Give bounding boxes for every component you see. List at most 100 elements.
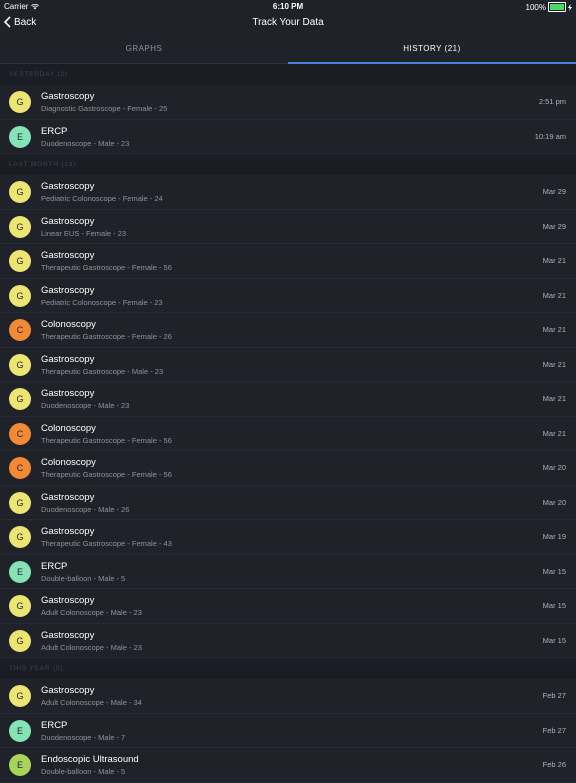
tab-graphs[interactable]: GRAPHS (0, 35, 288, 63)
procedure-title: Gastroscopy (41, 629, 95, 641)
procedure-details: Therapeutic Gastroscope - Female - 43 (41, 539, 172, 548)
procedure-date: Mar 21 (542, 359, 566, 369)
procedure-title: Gastroscopy (41, 491, 95, 503)
procedure-avatar: C (9, 319, 31, 341)
procedure-date: Mar 29 (542, 187, 566, 196)
procedure-avatar: G (9, 685, 31, 707)
procedure-details: Diagnostic Gastroscope - Female - 25 (41, 104, 168, 113)
procedure-avatar: G (9, 491, 31, 514)
procedure-avatar: G (9, 629, 31, 652)
procedure-details: Double-balloon - Male - 5 (41, 573, 126, 583)
procedure-title: Gastroscopy (41, 91, 95, 102)
status-bar: Carrier 6:10 PM 100% (0, 0, 576, 13)
procedure-title: Gastroscopy (41, 181, 95, 192)
procedure-date: 10:19 am (534, 131, 566, 141)
procedure-details: Duodenoscope - Male - 23 (41, 401, 130, 410)
procedure-avatar: G (9, 284, 31, 307)
procedure-details: Therapeutic Gastroscope - Female - 26 (41, 332, 172, 341)
procedure-title: ERCP (41, 125, 68, 137)
procedure-avatar: E (9, 560, 31, 583)
list-item[interactable]: G Gastroscopy Adult Colonoscope - Male - 3… (0, 679, 576, 714)
procedure-details: Adult Colonoscope - Male - 34 (41, 698, 142, 707)
procedure-details: Pediatric Colonoscope - Female - 24 (41, 194, 163, 203)
procedure-title: Colonoscopy (41, 319, 96, 330)
battery-percent: 100% (525, 2, 546, 12)
procedure-title: Colonoscopy (41, 457, 96, 468)
procedure-date: Mar 15 (542, 635, 566, 645)
procedure-date: Mar 29 (542, 221, 566, 231)
list-item[interactable]: E ERCP Duodenoscope - Male - 7 Feb 27 (0, 713, 576, 748)
list-item[interactable]: G Gastroscopy Therapeutic Gastroscope - Fe… (0, 520, 576, 555)
procedure-details: Adult Colonoscope - Male - 23 (41, 608, 142, 617)
procedure-date: Mar 21 (542, 256, 566, 265)
procedure-avatar: C (9, 457, 31, 479)
battery-icon (548, 2, 566, 12)
tab-bar: GRAPHS HISTORY (21) (0, 35, 576, 64)
procedure-avatar: E (9, 125, 31, 148)
procedure-details: Therapeutic Gastroscope - Male - 23 (41, 366, 164, 376)
list-item[interactable]: E ERCP Duodenoscope - Male - 23 10:19 am (0, 119, 576, 154)
procedure-date: Mar 15 (542, 601, 566, 610)
list-item[interactable]: C Colonoscopy Therapeutic Gastroscope - Fe… (0, 451, 576, 486)
procedure-title: Gastroscopy (41, 526, 95, 537)
procedure-details: Therapeutic Gastroscope - Female - 56 (41, 263, 172, 272)
procedure-date: Mar 19 (542, 532, 566, 541)
procedure-title: ERCP (41, 560, 68, 572)
procedure-date: 2:51 pm (538, 97, 566, 106)
procedure-details: Therapeutic Gastroscope - Female - 56 (41, 435, 172, 445)
procedure-avatar: E (9, 754, 31, 776)
list-item[interactable]: G Gastroscopy Diagnostic Gastroscope - Fem… (0, 85, 576, 120)
list-item[interactable]: G Gastroscopy Duodenoscope - Male - 23 Mar … (0, 382, 576, 417)
list-item[interactable]: C Colonoscopy Therapeutic Gastroscope - Fe… (0, 416, 576, 451)
list-item[interactable]: G Gastroscopy Adult Colonoscope - Male - 2… (0, 589, 576, 624)
list-item[interactable]: G Gastroscopy Duodenoscope - Male - 26 Mar … (0, 485, 576, 520)
list-item[interactable]: G Gastroscopy Therapeutic Gastroscope - Fe… (0, 244, 576, 279)
procedure-date: Mar 21 (542, 394, 566, 403)
procedure-title: Colonoscopy (41, 422, 96, 434)
procedure-title: Gastroscopy (41, 250, 95, 261)
procedure-avatar: G (9, 215, 31, 238)
list-item[interactable]: G Gastroscopy Pediatric Colonoscope - Fema… (0, 175, 576, 210)
procedure-date: Mar 15 (542, 566, 566, 576)
list-item[interactable]: G Gastroscopy Linear EUS - Female - 23 Mar … (0, 209, 576, 244)
procedure-title: Endoscopic Ultrasound (41, 754, 139, 765)
tab-history[interactable]: HISTORY (21) (288, 35, 576, 64)
procedure-avatar: C (9, 422, 31, 445)
procedure-date: Mar 20 (542, 463, 566, 472)
navigation-bar: Back Track Your Data (0, 13, 576, 35)
procedure-title: Gastroscopy (41, 353, 95, 365)
procedure-details: Linear EUS - Female - 23 (41, 228, 127, 238)
procedure-avatar: G (9, 388, 31, 410)
procedure-details: Duodenoscope - Male - 7 (41, 732, 126, 742)
procedure-details: Therapeutic Gastroscope - Female - 56 (41, 470, 172, 479)
procedure-details: Adult Colonoscope - Male - 23 (41, 642, 142, 652)
list-item[interactable]: E Endoscopic Ultrasound Double-balloon - M… (0, 748, 576, 783)
page-title: Track Your Data (252, 17, 324, 28)
charging-icon (568, 3, 572, 11)
procedure-date: Mar 20 (542, 497, 566, 507)
procedure-date: Mar 21 (542, 325, 566, 334)
list-item[interactable]: E ERCP Double-balloon - Male - 5 Mar 15 (0, 554, 576, 589)
clock: 6:10 PM (272, 2, 304, 11)
procedure-title: ERCP (41, 719, 68, 731)
battery-indicator: 100% (526, 2, 572, 12)
procedure-title: Gastroscopy (41, 215, 95, 227)
procedure-date: Mar 21 (542, 428, 566, 438)
procedure-details: Duodenoscope - Male - 26 (41, 504, 130, 514)
procedure-avatar: G (9, 91, 31, 113)
procedure-avatar: G (9, 526, 31, 548)
procedure-date: Feb 27 (542, 691, 566, 700)
procedure-title: Gastroscopy (41, 685, 95, 696)
procedure-title: Gastroscopy (41, 284, 95, 296)
list-item[interactable]: G Gastroscopy Adult Colonoscope - Male - 2… (0, 623, 576, 658)
procedure-details: Pediatric Colonoscope - Female - 23 (41, 297, 163, 307)
procedure-avatar: E (9, 719, 31, 742)
section-header: YESTERDAY (2) (0, 64, 576, 85)
list-item[interactable]: G Gastroscopy Therapeutic Gastroscope - Ma… (0, 347, 576, 382)
list-item[interactable]: C Colonoscopy Therapeutic Gastroscope - Fe… (0, 313, 576, 348)
procedure-title: Gastroscopy (41, 595, 95, 606)
procedure-details: Double-balloon - Male - 5 (41, 767, 126, 776)
procedure-avatar: G (9, 353, 31, 376)
procedure-date: Feb 27 (542, 725, 566, 735)
list-item[interactable]: G Gastroscopy Pediatric Colonoscope - Fema… (0, 278, 576, 313)
